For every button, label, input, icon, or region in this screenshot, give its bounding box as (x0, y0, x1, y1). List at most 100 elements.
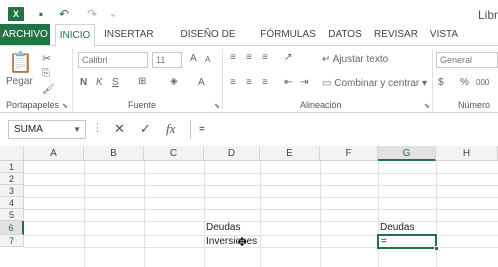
row-header-2[interactable]: 2 (0, 173, 24, 185)
grid-line (84, 161, 85, 267)
align-bottom-icon[interactable]: ≡ (262, 52, 268, 63)
font-launcher-icon[interactable]: ⬊ (214, 102, 220, 110)
row-header-7[interactable]: 7 (0, 235, 24, 247)
column-header-c[interactable]: C (144, 146, 204, 161)
thousands-button[interactable]: 000 (476, 78, 489, 87)
cell-d6[interactable]: Inversiones (206, 236, 257, 248)
tab-inicio[interactable]: INICIO (55, 24, 95, 47)
grid-line (204, 161, 205, 267)
alignment-group-label: Alineación (300, 100, 342, 110)
number-group-label: Número (458, 100, 491, 110)
font-size-select[interactable]: 11 (152, 52, 182, 68)
align-center-icon[interactable]: ≡ (246, 77, 252, 88)
column-header-g[interactable]: G (378, 146, 436, 161)
merge-center-button[interactable]: ▭ Combinar y centrar ▾ (322, 78, 427, 89)
customize-quick-access-icon[interactable]: ₌ (108, 6, 118, 22)
column-header-h[interactable]: H (436, 146, 498, 161)
align-right-icon[interactable]: ≡ (262, 77, 268, 88)
enter-icon[interactable]: ✓ (140, 121, 151, 137)
shrink-font-button[interactable]: A (205, 55, 210, 64)
align-left-icon[interactable]: ≡ (230, 77, 236, 88)
column-header-b[interactable]: B (84, 146, 144, 161)
excel-icon[interactable]: X (8, 7, 24, 21)
font-group-label: Fuente (128, 100, 157, 110)
row-header-6[interactable]: 6 (0, 221, 24, 235)
title-bar: X ▪ ↶ ↷ ₌ Libr (0, 0, 498, 24)
alignment-launcher-icon[interactable]: ⬊ (424, 102, 430, 110)
fill-color-icon[interactable]: ◈ (170, 76, 178, 87)
formula-bar: SUMA ▼ ⋮ ✕ ✓ fx = (0, 118, 498, 142)
redo-icon[interactable]: ↷ (84, 6, 100, 22)
insert-function-icon[interactable]: fx (166, 121, 175, 137)
currency-icon[interactable]: $ (438, 77, 444, 88)
tab-insertar[interactable]: INSERTAR (104, 24, 154, 46)
undo-icon[interactable]: ↶ (56, 6, 72, 22)
group-divider (72, 49, 73, 111)
spreadsheet-grid[interactable]: A B C D E F G H 1 2 3 4 5 6 7 Deudas Inv… (0, 146, 498, 267)
group-divider (432, 49, 433, 111)
column-header-f[interactable]: F (320, 146, 378, 161)
tab-vista[interactable]: VISTA (428, 24, 460, 46)
clipboard-group-label: Portapapeles (6, 100, 60, 110)
font-name-value: Calibri (82, 55, 108, 65)
tab-datos[interactable]: DATOS (325, 24, 365, 46)
grid-line (24, 197, 498, 198)
window-title: Libr (477, 8, 498, 22)
grid-line (144, 161, 145, 267)
cell-d5[interactable]: Deudas (206, 222, 240, 234)
grid-line (378, 161, 379, 267)
cancel-icon[interactable]: ✕ (114, 121, 125, 137)
merge-center-label: Combinar y centrar (334, 78, 420, 89)
align-top-icon[interactable]: ≡ (230, 52, 236, 63)
paste-icon[interactable]: 📋 (8, 50, 33, 75)
grid-line (320, 161, 321, 267)
paste-button[interactable]: Pegar (6, 76, 33, 87)
grid-line (24, 173, 498, 174)
merge-icon: ▭ (322, 78, 332, 89)
column-header-d[interactable]: D (204, 146, 260, 161)
wrap-text-button[interactable]: ↵ Ajustar texto (322, 54, 388, 65)
underline-button[interactable]: S (112, 77, 119, 88)
increase-indent-icon[interactable]: ⇥ (300, 77, 308, 88)
drag-handle-icon[interactable]: ⋮ (92, 121, 103, 134)
formula-input[interactable]: = (190, 120, 498, 139)
percent-button[interactable]: % (460, 77, 469, 88)
number-format-select[interactable]: General (436, 52, 498, 68)
tab-archivo[interactable]: ARCHIVO (0, 24, 50, 46)
cell-g5[interactable]: Deudas (380, 222, 414, 234)
tab-diseno-de-pagina[interactable]: DISEÑO DE PÁGINA (162, 24, 254, 62)
cut-icon[interactable]: ✂ (42, 52, 51, 65)
align-middle-icon[interactable]: ≡ (246, 52, 252, 63)
chevron-down-icon[interactable]: ▼ (73, 121, 81, 138)
format-painter-icon[interactable]: 🖌 (42, 84, 55, 95)
row-header-1[interactable]: 1 (0, 161, 24, 173)
wrap-text-label: Ajustar texto (332, 54, 389, 65)
column-header-e[interactable]: E (260, 146, 320, 161)
wrap-text-icon: ↵ (322, 54, 331, 65)
tab-revisar[interactable]: REVISAR (372, 24, 420, 46)
column-header-a[interactable]: A (24, 146, 84, 161)
row-header-4[interactable]: 4 (0, 197, 24, 209)
save-icon[interactable]: ▪ (34, 6, 48, 22)
bold-button[interactable]: N (80, 77, 87, 88)
italic-button[interactable]: K (96, 77, 103, 88)
group-divider (222, 49, 223, 111)
active-cell-value: = (381, 236, 387, 247)
row-header-3[interactable]: 3 (0, 185, 24, 197)
fill-handle[interactable] (434, 246, 439, 251)
grid-line (24, 221, 498, 222)
tab-formulas[interactable]: FÓRMULAS (260, 24, 316, 46)
name-box[interactable]: SUMA ▼ (8, 120, 86, 139)
copy-icon[interactable]: ⎘ (42, 68, 50, 79)
font-size-value: 11 (156, 55, 166, 65)
decrease-indent-icon[interactable]: ⇤ (284, 77, 292, 88)
orientation-icon[interactable]: ↗ (284, 52, 292, 63)
borders-icon[interactable]: ⊞ (138, 76, 146, 87)
active-cell-g6[interactable]: = (377, 234, 437, 249)
select-all-corner[interactable] (0, 146, 24, 161)
font-name-select[interactable]: Calibri (78, 52, 148, 68)
row-header-5[interactable]: 5 (0, 209, 24, 221)
grow-font-button[interactable]: A (190, 53, 197, 64)
font-color-icon[interactable]: A (198, 77, 205, 88)
clipboard-launcher-icon[interactable]: ⬊ (62, 102, 68, 110)
